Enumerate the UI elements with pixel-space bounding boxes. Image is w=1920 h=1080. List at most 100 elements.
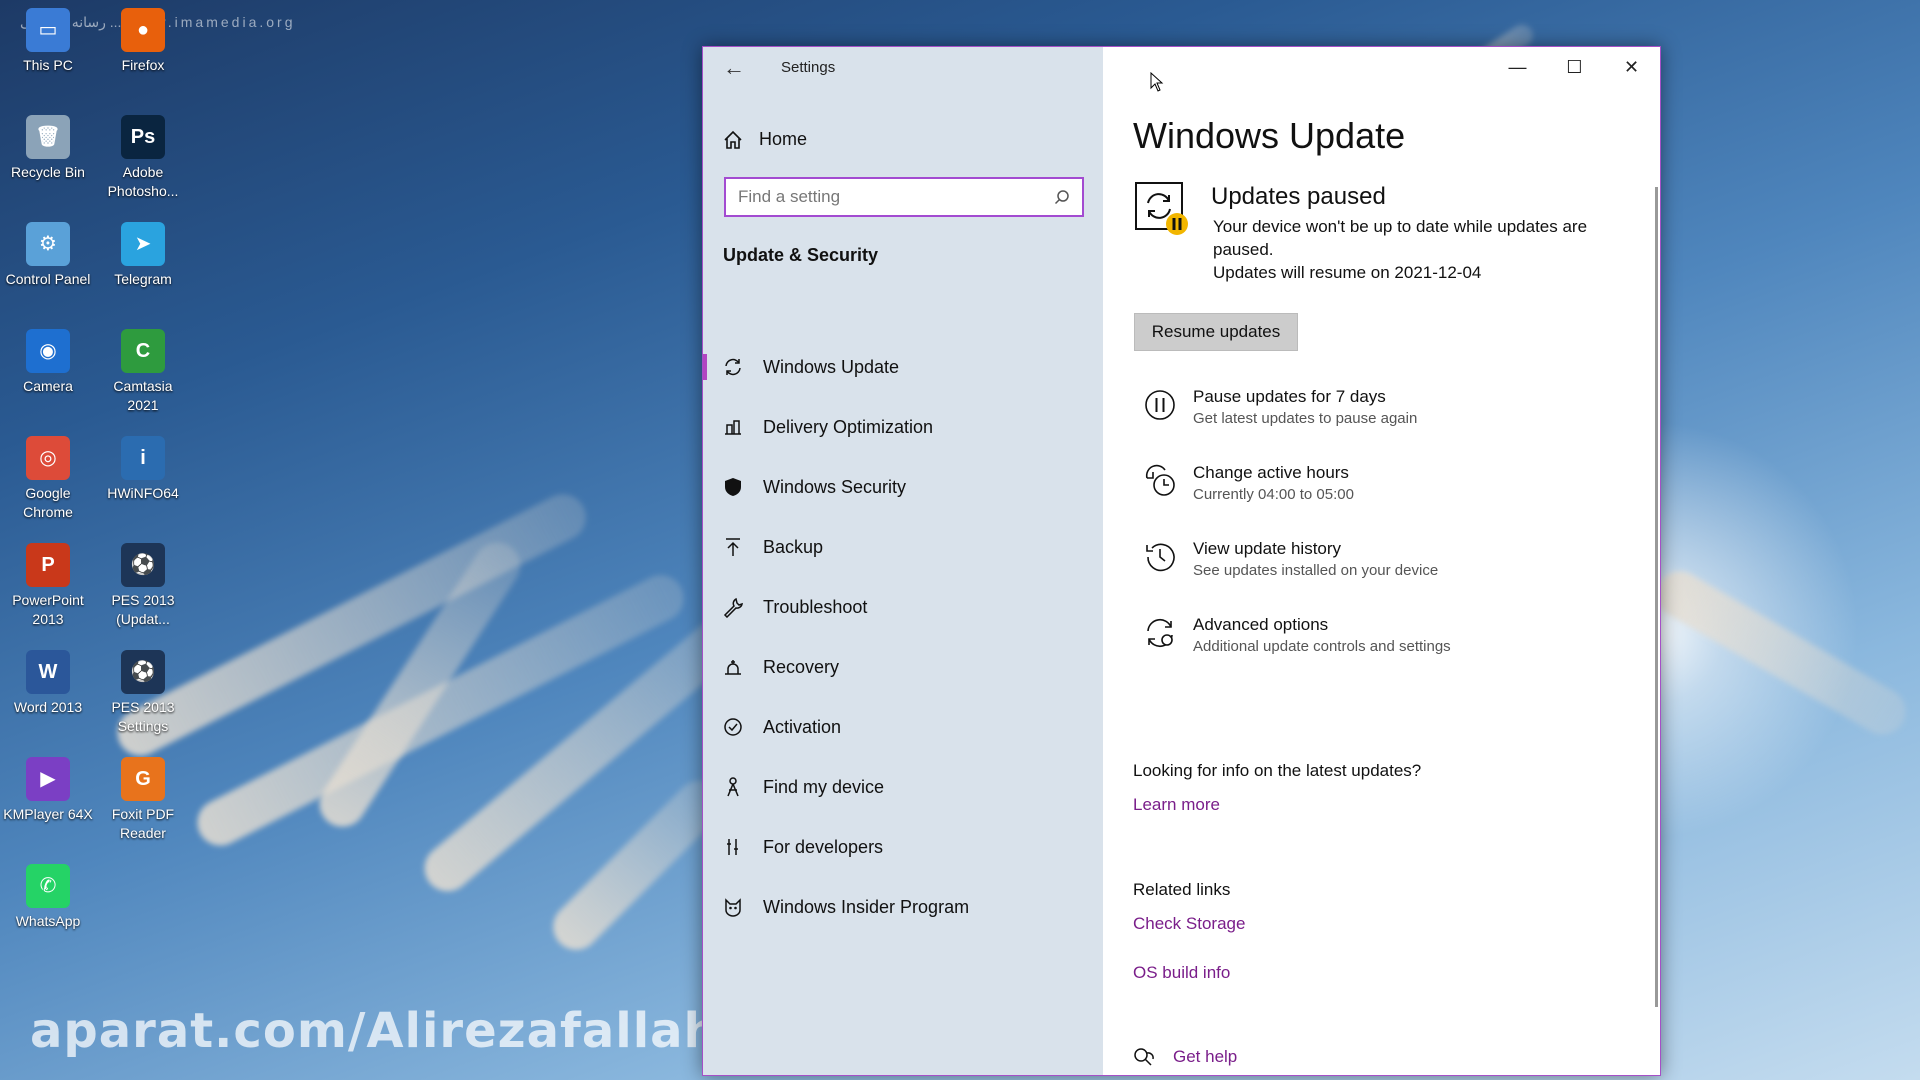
option-subtitle: Additional update controls and settings [1193, 638, 1451, 655]
check-storage-link[interactable]: Check Storage [1133, 914, 1245, 934]
desktop-icon[interactable]: P PowerPoint 2013 [2, 543, 94, 629]
related-links-title: Related links [1133, 880, 1231, 899]
sidebar-item-for-developers[interactable]: For developers [703, 817, 1103, 877]
desktop-icon-label: Camtasia 2021 [113, 378, 173, 413]
camtasia-icon: C [121, 329, 165, 373]
sidebar-nav: Windows Update Delivery Optimization Windo… [703, 337, 1103, 937]
clock-icon [1145, 464, 1175, 496]
desktop-icon-label: WhatsApp [15, 913, 81, 929]
info-question: Looking for info on the latest updates? [1133, 761, 1422, 780]
get-help-label: Get help [1173, 1047, 1238, 1066]
sidebar-item-activation[interactable]: Activation [703, 697, 1103, 757]
option-title: Advanced options [1193, 615, 1329, 634]
desktop-icon[interactable]: i HWiNFO64 [97, 436, 189, 503]
help-chat-icon [1134, 1048, 1154, 1066]
desktop-icon[interactable]: W Word 2013 [2, 650, 94, 717]
close-button[interactable]: ✕ [1603, 47, 1660, 87]
foxit-icon: G [121, 757, 165, 801]
photoshop-icon: Ps [121, 115, 165, 159]
desktop-icon-label: HWiNFO64 [107, 485, 179, 501]
desktop-icon[interactable]: ➤ Telegram [97, 222, 189, 289]
get-help-link[interactable]: Get help [1133, 1047, 1237, 1067]
settings-window: ← Settings Home Find a setting Update & … [702, 46, 1661, 1076]
desktop-icon-label: KMPlayer 64X [3, 806, 93, 822]
advanced-settings-icon [1147, 618, 1173, 648]
scrollbar[interactable] [1655, 187, 1658, 1007]
desktop-icon[interactable]: ● Firefox [97, 8, 189, 75]
kmplayer-icon: ▶ [26, 757, 70, 801]
sidebar-item-windows-insider-program[interactable]: Windows Insider Program [703, 877, 1103, 937]
status-description: Your device won't be up to date while up… [1213, 217, 1588, 259]
desktop-icon[interactable]: Ps Adobe Photosho... [97, 115, 189, 201]
sidebar-item-label: Delivery Optimization [763, 416, 934, 437]
desktop-icon[interactable]: ◉ Camera [2, 329, 94, 396]
desktop-icon-label: Telegram [114, 271, 172, 287]
this-pc-icon: ▭ [26, 8, 70, 52]
sidebar-item-troubleshoot[interactable]: Troubleshoot [703, 577, 1103, 637]
home-label: Home [759, 129, 808, 149]
chrome-icon: ◎ [26, 436, 70, 480]
person-icon [722, 776, 744, 798]
back-arrow-icon[interactable]: ← [723, 55, 745, 81]
desktop-icon[interactable]: C Camtasia 2021 [97, 329, 189, 415]
option-title: Change active hours [1193, 463, 1349, 482]
desktop-icon[interactable]: ⚙ Control Panel [2, 222, 94, 289]
desktop-icon[interactable]: 🗑 Recycle Bin [2, 115, 94, 182]
desktop-icon-label: PES 2013 Settings [111, 699, 175, 734]
desktop-icon[interactable]: ▶ KMPlayer 64X [2, 757, 94, 824]
desktop-icon-label: PowerPoint 2013 [12, 592, 84, 627]
shield-icon [722, 476, 744, 498]
sidebar-item-backup[interactable]: Backup [703, 517, 1103, 577]
insider-icon [722, 896, 744, 918]
page-title: Windows Update [1133, 115, 1406, 156]
search-icon [1054, 190, 1069, 205]
desktop-icon[interactable]: G Foxit PDF Reader [97, 757, 189, 843]
desktop-icon-label: PES 2013 (Updat... [111, 592, 175, 627]
home-link[interactable]: Home [723, 129, 807, 150]
advanced-options-option[interactable]: Advanced options Additional update contro… [1143, 614, 1451, 658]
control-panel-icon: ⚙ [26, 222, 70, 266]
sidebar-item-windows-update[interactable]: Windows Update [703, 337, 1103, 397]
hwinfo-icon: i [121, 436, 165, 480]
minimize-button[interactable]: — [1489, 47, 1546, 87]
sidebar-item-windows-security[interactable]: Windows Security [703, 457, 1103, 517]
option-title: Pause updates for 7 days [1193, 387, 1386, 406]
active-hours-option[interactable]: Change active hours Currently 04:00 to 05… [1143, 462, 1354, 506]
sidebar-item-label: Backup [763, 536, 824, 557]
desktop-icon-label: Camera [23, 378, 73, 394]
status-resume-date: Updates will resume on 2021-12-04 [1213, 263, 1482, 282]
recycle-bin-icon: 🗑 [26, 115, 70, 159]
desktop-icon[interactable]: ⚽ PES 2013 Settings [97, 650, 189, 736]
os-build-info-link[interactable]: OS build info [1133, 963, 1230, 983]
update-history-option[interactable]: View update history See updates installed… [1143, 538, 1438, 582]
mouse-cursor-icon [1150, 72, 1164, 92]
desktop-icon-label: This PC [23, 57, 73, 73]
option-subtitle: See updates installed on your device [1193, 562, 1439, 579]
sidebar-item-find-my-device[interactable]: Find my device [703, 757, 1103, 817]
window-controls: — ☐ ✕ [1489, 47, 1660, 87]
sidebar-item-label: Windows Insider Program [763, 896, 970, 917]
telegram-icon: ➤ [121, 222, 165, 266]
desktop-icon-label: Foxit PDF Reader [111, 806, 175, 841]
resume-updates-button[interactable]: Resume updates [1134, 313, 1298, 351]
learn-more-link[interactable]: Learn more [1133, 795, 1220, 815]
sidebar-item-recovery[interactable]: Recovery [703, 637, 1103, 697]
pause-updates-option[interactable]: Pause updates for 7 days Get latest updat… [1143, 386, 1417, 430]
desktop-icon[interactable]: ▭ This PC [2, 8, 94, 75]
desktop-icon-label: Recycle Bin [11, 164, 85, 180]
refresh-icon [722, 356, 744, 378]
recovery-icon [722, 656, 744, 678]
check-circle-icon [722, 716, 744, 738]
search-input[interactable]: Find a setting [724, 177, 1084, 217]
search-placeholder: Find a setting [738, 187, 841, 206]
option-title: View update history [1193, 539, 1342, 558]
desktop-icon[interactable]: ◎ Google Chrome [2, 436, 94, 522]
desktop-icon[interactable]: ✆ WhatsApp [2, 864, 94, 931]
maximize-button[interactable]: ☐ [1546, 47, 1603, 87]
sidebar-item-delivery-optimization[interactable]: Delivery Optimization [703, 397, 1103, 457]
desktop-icon-label: Google Chrome [23, 485, 73, 520]
sidebar-item-label: Troubleshoot [763, 596, 868, 617]
section-title: Update & Security [723, 245, 879, 265]
word-icon: W [26, 650, 70, 694]
desktop-icon[interactable]: ⚽ PES 2013 (Updat... [97, 543, 189, 629]
